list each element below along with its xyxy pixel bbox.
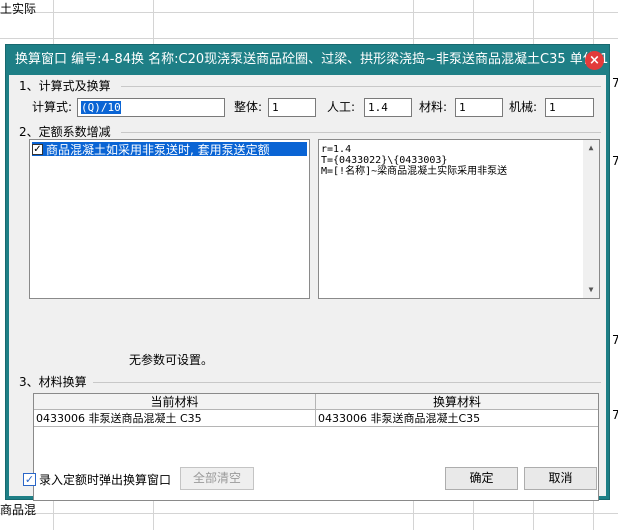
labor-label: 人工: bbox=[327, 100, 356, 114]
section-divider bbox=[93, 382, 601, 383]
no-params-text: 无参数可设置。 bbox=[129, 353, 214, 367]
check-icon[interactable]: ✓ bbox=[23, 473, 36, 486]
sheet-cell-bottom: 商品混 bbox=[0, 503, 37, 517]
coefficient-list[interactable]: ✓ 商品混凝土如采用非泵送时, 套用泵送定额 bbox=[29, 139, 310, 299]
formula-input[interactable]: (Q)/10 bbox=[77, 98, 225, 117]
detail-scrollbar[interactable]: ▲ ▼ bbox=[583, 140, 599, 298]
popup-option-label: 录入定额时弹出换算窗口 bbox=[39, 473, 172, 487]
window-client: 1、计算式及换算 计算式: (Q)/10 整体: 1 人工: 1.4 材料: 1… bbox=[9, 75, 606, 501]
section-material-label: 3、材料换算 bbox=[19, 375, 87, 389]
section-divider bbox=[121, 86, 601, 87]
detail-line: T={0433022}\{0433003} bbox=[321, 155, 448, 166]
section-coefficient-label: 2、定额系数增减 bbox=[19, 125, 111, 139]
section-divider bbox=[121, 132, 601, 133]
machine-label: 机械: bbox=[509, 100, 538, 114]
table-cell[interactable]: 0433006 非泵送商品混凝土 C35 bbox=[34, 410, 316, 427]
column-header[interactable]: 换算材料 bbox=[316, 394, 598, 410]
sheet-cell-top: 土实际 bbox=[0, 2, 37, 16]
popup-option[interactable]: ✓ 录入定额时弹出换算窗口 bbox=[23, 471, 171, 488]
grid-line bbox=[0, 12, 618, 13]
formula-label: 计算式: bbox=[32, 100, 73, 114]
machine-input[interactable]: 1 bbox=[545, 98, 594, 117]
row-number: 7 bbox=[612, 154, 618, 168]
whole-label: 整体: bbox=[234, 100, 263, 114]
row-number: 7 bbox=[612, 408, 618, 422]
grid-line bbox=[0, 513, 618, 514]
column-header[interactable]: 当前材料 bbox=[34, 394, 316, 410]
coefficient-detail[interactable]: r=1.4 T={0433022}\{0433003} M=[!名称]~梁商品混… bbox=[318, 139, 600, 299]
cancel-button[interactable]: 取消 bbox=[524, 467, 597, 490]
close-icon: × bbox=[589, 53, 600, 68]
window-title: 换算窗口 编号:4-84换 名称:C20现浇泵送商品砼圈、过梁、拱形梁浇捣~非泵… bbox=[15, 52, 609, 67]
close-button[interactable]: × bbox=[585, 51, 604, 70]
formula-value: (Q)/10 bbox=[81, 101, 121, 114]
ok-button[interactable]: 确定 bbox=[445, 467, 518, 490]
conversion-window: 换算窗口 编号:4-84换 名称:C20现浇泵送商品砼圈、过梁、拱形梁浇捣~非泵… bbox=[5, 44, 610, 501]
scroll-down-icon[interactable]: ▼ bbox=[583, 282, 599, 298]
list-item[interactable]: ✓ 商品混凝土如采用非泵送时, 套用泵送定额 bbox=[32, 142, 307, 157]
check-icon[interactable]: ✓ bbox=[32, 143, 43, 155]
detail-line: M=[!名称]~梁商品混凝土实际采用非泵送 bbox=[321, 166, 508, 177]
clear-all-button[interactable]: 全部清空 bbox=[180, 467, 254, 490]
scroll-up-icon[interactable]: ▲ bbox=[583, 140, 599, 156]
whole-input[interactable]: 1 bbox=[268, 98, 316, 117]
detail-line: r=1.4 bbox=[321, 144, 352, 155]
row-number: 7 bbox=[612, 333, 618, 347]
table-cell[interactable]: 0433006 非泵送商品混凝土C35 bbox=[316, 410, 598, 427]
material-label: 材料: bbox=[419, 100, 448, 114]
labor-input[interactable]: 1.4 bbox=[364, 98, 412, 117]
section-formula-label: 1、计算式及换算 bbox=[19, 79, 111, 93]
material-input[interactable]: 1 bbox=[455, 98, 503, 117]
list-item-label: 商品混凝土如采用非泵送时, 套用泵送定额 bbox=[46, 142, 270, 157]
grid-line bbox=[0, 38, 618, 39]
row-number: 7 bbox=[612, 76, 618, 90]
